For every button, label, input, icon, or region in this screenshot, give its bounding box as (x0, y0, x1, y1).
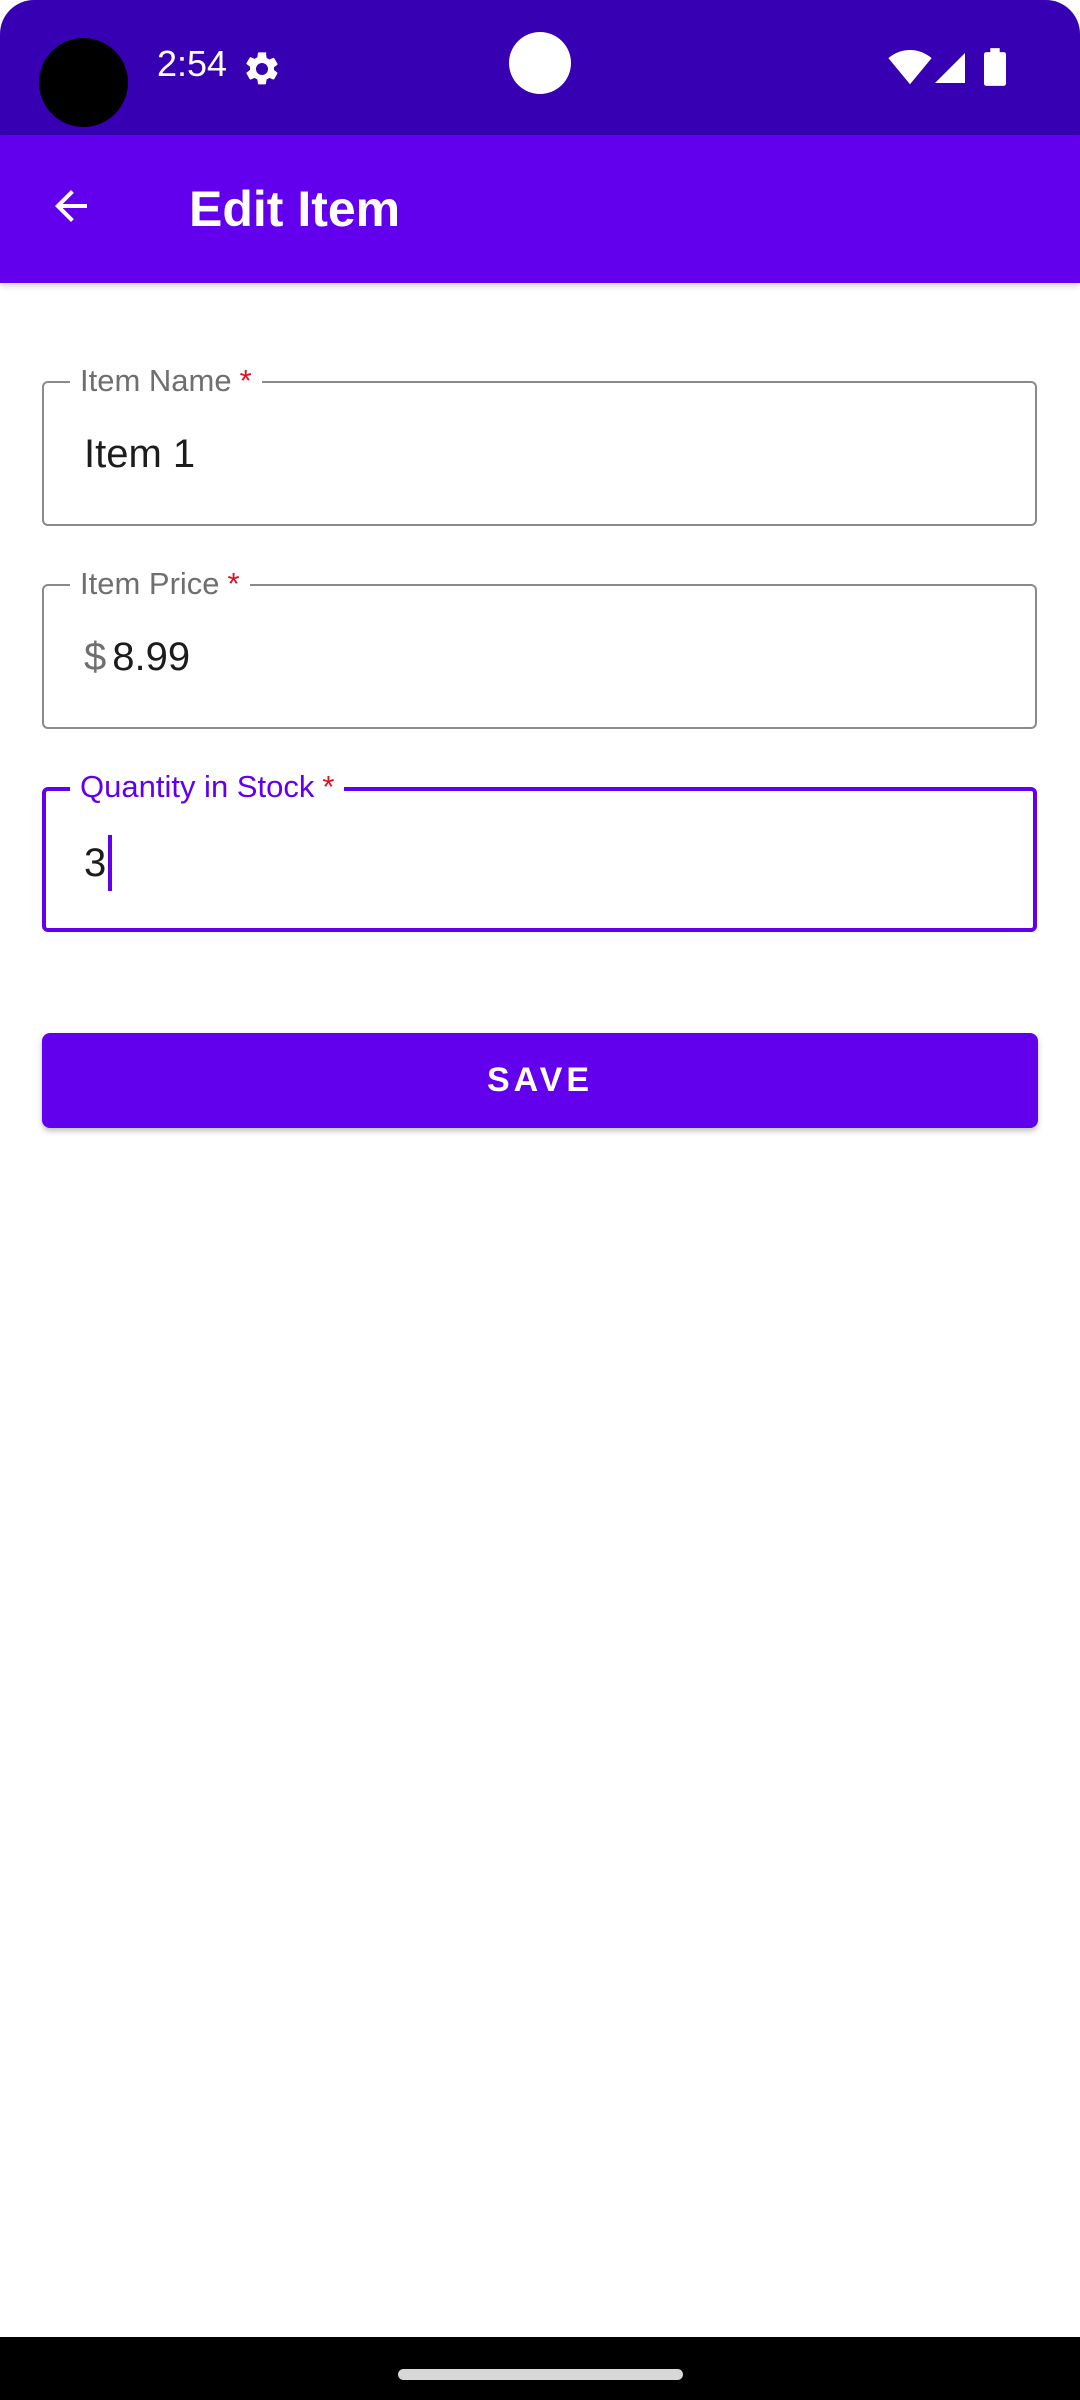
item-name-field[interactable]: Item Name * Item 1 (42, 361, 1037, 526)
front-camera (509, 32, 571, 94)
quantity-input[interactable]: 3 (84, 835, 113, 891)
quantity-outline (42, 787, 1037, 932)
battery-icon (984, 48, 1006, 86)
camera-cutout (39, 38, 128, 127)
arrow-left-icon (55, 190, 87, 222)
item-name-label-text: Item Name (80, 363, 232, 398)
item-price-label: Item Price * (70, 564, 250, 604)
text-cursor (108, 835, 113, 891)
page-title: Edit Item (189, 181, 401, 237)
back-button[interactable] (30, 165, 112, 247)
signal-icon (935, 53, 965, 83)
save-button[interactable]: SAVE (42, 1033, 1038, 1128)
status-bar: 2:54 (0, 0, 1080, 135)
quantity-label-text: Quantity in Stock (80, 769, 315, 804)
quantity-label: Quantity in Stock * (70, 767, 345, 807)
navigation-bar (0, 2337, 1080, 2400)
item-name-label: Item Name * (70, 361, 262, 401)
save-button-label: SAVE (486, 1061, 594, 1099)
wifi-icon (888, 50, 932, 85)
required-indicator: * (239, 363, 252, 398)
required-indicator: * (227, 566, 240, 601)
item-price-field[interactable]: Item Price * $ 8.99 (42, 564, 1037, 729)
item-name-input[interactable]: Item 1 (84, 429, 195, 479)
item-name-value: Item 1 (84, 432, 196, 476)
app-bar: Edit Item (0, 135, 1080, 283)
item-price-label-text: Item Price (80, 566, 220, 601)
item-price-value: 8.99 (112, 635, 191, 679)
required-indicator: * (322, 769, 335, 804)
quantity-field[interactable]: Quantity in Stock * 3 (42, 767, 1037, 932)
item-price-outline (42, 584, 1037, 729)
status-time: 2:54 (157, 43, 228, 84)
item-price-input[interactable]: $ 8.99 (84, 632, 190, 682)
home-gesture-handle[interactable] (398, 2369, 683, 2380)
gear-icon (246, 52, 278, 85)
currency-prefix: $ (84, 635, 107, 679)
quantity-value: 3 (84, 841, 107, 885)
